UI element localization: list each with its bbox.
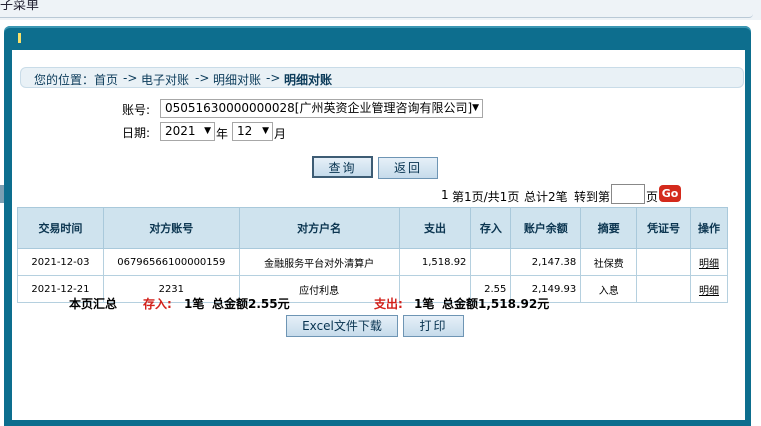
pager-goto-label: 转到第 bbox=[574, 190, 611, 204]
transaction-table: 交易时间 对方账号 对方户名 支出 存入 账户余额 摘要 凭证号 操作 2021… bbox=[17, 207, 729, 303]
breadcrumb-home[interactable]: 首页 bbox=[94, 71, 118, 88]
month-unit: 月 bbox=[274, 127, 287, 141]
account-label: 账号: bbox=[122, 103, 151, 117]
cell-summary: 入息 bbox=[580, 275, 638, 303]
summary-payout-total: 总金额1,518.92元 bbox=[442, 297, 550, 311]
cell-action: 明细 bbox=[689, 248, 729, 276]
header-cell: 支出 bbox=[398, 207, 472, 249]
header-cell: 摘要 bbox=[580, 207, 638, 249]
account-select[interactable]: 05051630000000028[广州英资企业管理咨询有限公司] ▼ bbox=[160, 99, 483, 118]
summary-label: 本页汇总 bbox=[69, 297, 118, 311]
breadcrumb: 您的位置： 首页 -> 电子对账 -> 明细对账 -> 明细对账 bbox=[20, 67, 744, 88]
year-unit: 年 bbox=[216, 127, 229, 141]
cell-deposit bbox=[470, 248, 512, 276]
breadcrumb-sep: -> bbox=[266, 71, 281, 85]
breadcrumb-prefix: 您的位置： bbox=[34, 73, 95, 87]
month-select-value: 12 bbox=[237, 124, 253, 138]
header-cell: 操作 bbox=[689, 207, 729, 249]
pager-page-info: 第1页/共1页 bbox=[452, 190, 520, 204]
excel-download-button[interactable]: Excel文件下载 bbox=[286, 315, 398, 337]
cell-account: 06796566100000159 bbox=[102, 248, 240, 276]
breadcrumb-current: 明细对账 bbox=[284, 73, 333, 87]
detail-link[interactable]: 明细 bbox=[699, 286, 719, 297]
breadcrumb-detail[interactable]: 明细对账 bbox=[213, 71, 261, 88]
header-cell: 凭证号 bbox=[636, 207, 691, 249]
cell-payout: 1,518.92 bbox=[398, 248, 472, 276]
breadcrumb-sep: -> bbox=[195, 71, 210, 85]
cell-action: 明细 bbox=[689, 275, 729, 303]
cell-summary: 社保费 bbox=[580, 248, 638, 276]
page-number-input[interactable] bbox=[611, 184, 645, 204]
date-label: 日期: bbox=[122, 126, 151, 140]
table-row: 2021-12-21 2231 应付利息 2.55 2,149.93 入息 明细 bbox=[17, 275, 729, 303]
month-select[interactable]: 12 ▼ bbox=[232, 122, 273, 141]
header-cell: 对方账号 bbox=[102, 207, 240, 249]
table-header-row: 交易时间 对方账号 对方户名 支出 存入 账户余额 摘要 凭证号 操作 bbox=[17, 207, 729, 249]
cell-name: 金融服务平台对外清算户 bbox=[238, 248, 400, 276]
top-strip-edge bbox=[0, 14, 753, 18]
cell-balance: 2,147.38 bbox=[510, 248, 582, 276]
chevron-down-icon: ▼ bbox=[262, 126, 269, 136]
frame-marker-icon bbox=[18, 33, 21, 43]
breadcrumb-sep: -> bbox=[123, 71, 138, 85]
chevron-down-icon: ▼ bbox=[204, 126, 211, 136]
cell-time: 2021-12-03 bbox=[17, 248, 104, 276]
summary-payout-count: 1笔 bbox=[414, 297, 435, 311]
cell-voucher bbox=[636, 275, 691, 303]
header-cell: 账户余额 bbox=[510, 207, 582, 249]
account-select-value: 05051630000000028[广州英资企业管理咨询有限公司] bbox=[165, 101, 473, 115]
cell-voucher bbox=[636, 248, 691, 276]
summary-deposit-total: 总金额2.55元 bbox=[212, 297, 290, 311]
summary-payout-label: 支出: bbox=[374, 297, 403, 311]
pager-total: 总计2笔 bbox=[524, 190, 568, 204]
print-button[interactable]: 打印 bbox=[403, 315, 464, 337]
query-button[interactable]: 查询 bbox=[312, 156, 373, 178]
chevron-down-icon: ▼ bbox=[472, 103, 479, 113]
header-cell: 对方户名 bbox=[238, 207, 400, 249]
summary-deposit-count: 1笔 bbox=[184, 297, 205, 311]
header-cell: 存入 bbox=[470, 207, 512, 249]
top-strip: 子菜单 bbox=[0, 0, 761, 20]
summary-deposit-label: 存入: bbox=[143, 297, 172, 311]
back-button[interactable]: 返回 bbox=[378, 157, 438, 179]
breadcrumb-e-statement[interactable]: 电子对账 bbox=[141, 71, 189, 88]
top-tab-label: 子菜单 bbox=[0, 0, 40, 13]
header-cell: 交易时间 bbox=[17, 207, 104, 249]
year-select[interactable]: 2021 ▼ bbox=[160, 122, 215, 141]
detail-link[interactable]: 明细 bbox=[699, 259, 719, 270]
pager-page-suffix: 页 bbox=[646, 190, 659, 204]
go-button[interactable]: Go bbox=[659, 185, 681, 202]
table-row: 2021-12-03 06796566100000159 金融服务平台对外清算户… bbox=[17, 248, 729, 276]
year-select-value: 2021 bbox=[165, 124, 196, 138]
pager-current: 1 bbox=[441, 188, 449, 202]
